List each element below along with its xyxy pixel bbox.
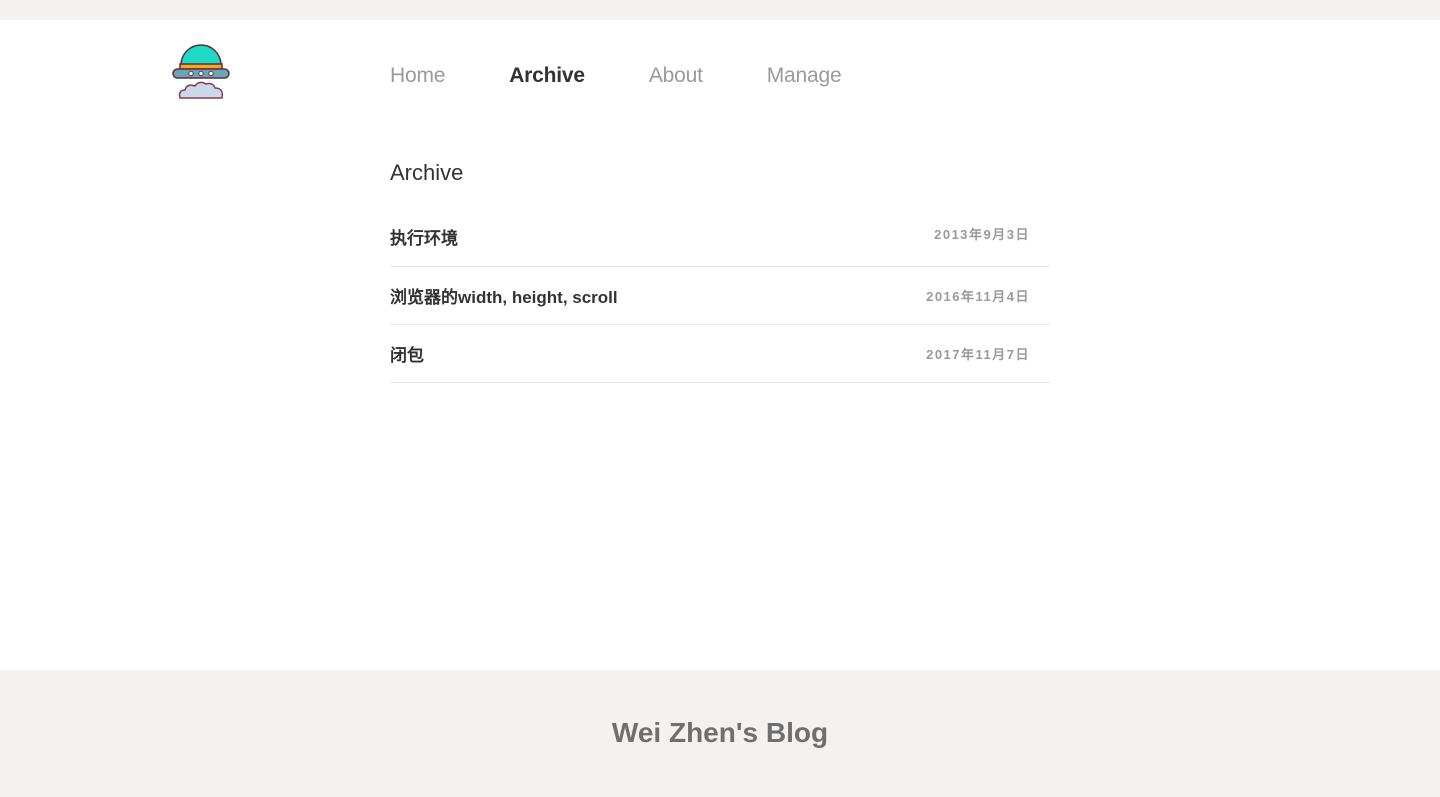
list-item: 闭包 2017年11月7日	[390, 325, 1050, 383]
post-date: 2016年11月4日	[926, 289, 1030, 304]
nav-archive[interactable]: Archive	[509, 64, 585, 88]
post-date: 2017年11月7日	[926, 347, 1030, 362]
list-item: 浏览器的width, height, scroll 2016年11月4日	[390, 267, 1050, 325]
post-list: 执行环境 2013年9月3日 浏览器的width, height, scroll…	[390, 212, 1050, 383]
top-strip	[0, 0, 1440, 20]
nav-home[interactable]: Home	[390, 64, 445, 88]
site-logo[interactable]	[170, 40, 232, 102]
post-title-link[interactable]: 浏览器的width, height, scroll	[390, 283, 618, 308]
list-item: 执行环境 2013年9月3日	[390, 212, 1050, 267]
footer-blog-title: Wei Zhen's Blog	[611, 716, 829, 748]
footer: Wei Zhen's Blog	[0, 670, 1440, 797]
post-title-link[interactable]: 闭包	[390, 341, 424, 366]
post-date: 2013年9月3日	[934, 227, 1030, 242]
page-title: Archive	[390, 160, 464, 185]
main-nav: Home Archive About Manage	[390, 64, 905, 88]
post-title-link[interactable]: 执行环境	[390, 224, 458, 249]
nav-about[interactable]: About	[649, 64, 703, 88]
ufo-icon	[172, 44, 230, 99]
archive-section: Archive 执行环境 2013年9月3日 浏览器的width, height…	[390, 160, 1050, 383]
main-area: Home Archive About Manage Archive 执行环境 2…	[0, 20, 1440, 670]
nav-manage[interactable]: Manage	[767, 64, 842, 88]
